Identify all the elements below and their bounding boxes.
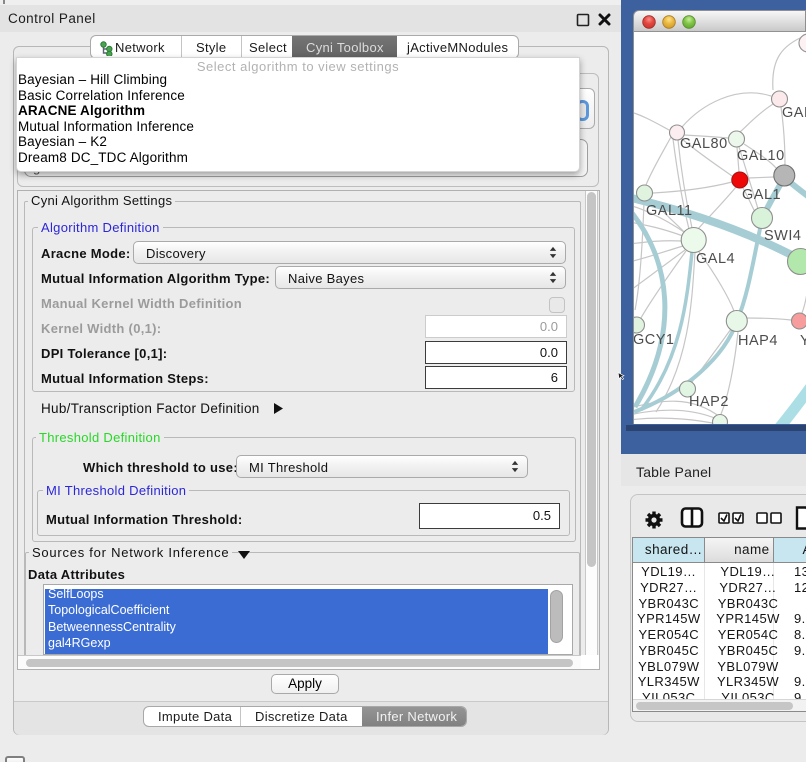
svg-text:Y: Y (800, 333, 806, 349)
svg-text:GAL7: GAL7 (782, 105, 806, 121)
svg-text:HAP2: HAP2 (689, 394, 729, 410)
svg-text:GAL80: GAL80 (680, 136, 728, 152)
svg-text:GAL4: GAL4 (696, 251, 735, 267)
svg-text:HAP4: HAP4 (738, 333, 778, 349)
svg-text:GAL1: GAL1 (742, 187, 781, 203)
svg-text:SWI4: SWI4 (764, 228, 801, 244)
svg-text:GAL11: GAL11 (646, 203, 693, 219)
svg-text:GCY1: GCY1 (634, 332, 675, 348)
svg-text:GAL10: GAL10 (737, 148, 785, 164)
